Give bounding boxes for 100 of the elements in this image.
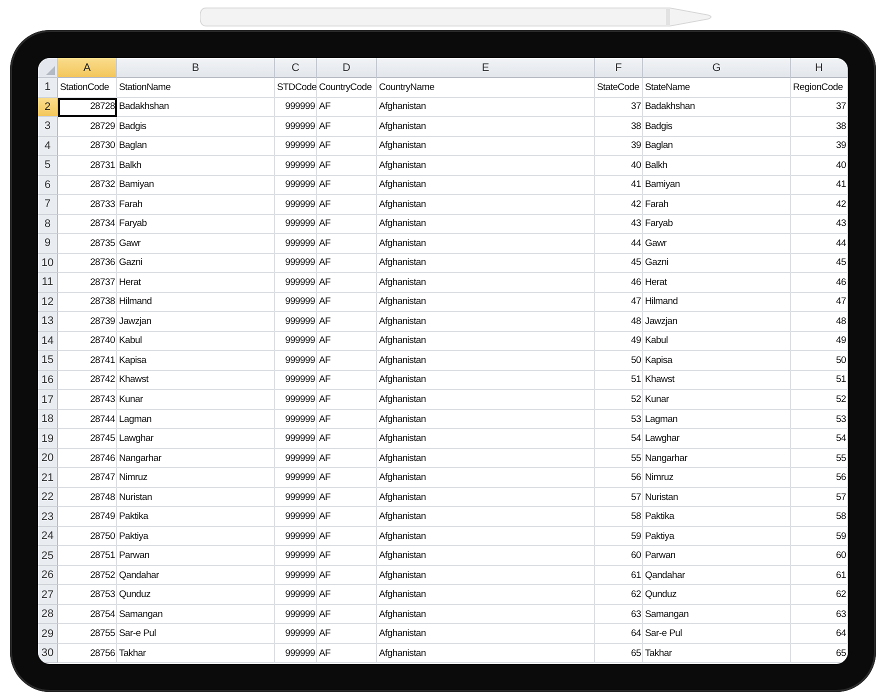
row-header[interactable]: 11 (38, 273, 58, 293)
table-cell[interactable]: 999999 (275, 332, 317, 352)
table-cell[interactable]: AF (317, 195, 377, 215)
table-cell[interactable]: Samangan (643, 604, 791, 624)
table-cell[interactable]: Afghanistan (377, 292, 595, 312)
table-cell[interactable]: 28729 (58, 117, 117, 137)
table-cell[interactable]: Hilmand (643, 292, 791, 312)
table-cell[interactable]: Paktiya (643, 526, 791, 546)
row-header[interactable]: 7 (38, 195, 58, 215)
table-cell[interactable]: Takhar (117, 644, 275, 664)
table-cell[interactable]: 62 (595, 585, 643, 605)
table-cell[interactable]: Gazni (643, 254, 791, 274)
table-cell[interactable]: Herat (117, 273, 275, 293)
row-header[interactable]: 21 (38, 468, 58, 488)
table-cell[interactable]: 37 (595, 98, 643, 118)
table-cell[interactable]: 28731 (58, 156, 117, 176)
table-cell[interactable]: 999999 (275, 546, 317, 566)
table-cell[interactable]: 56 (791, 468, 848, 488)
table-cell[interactable]: Bamiyan (643, 176, 791, 196)
table-cell[interactable]: 42 (791, 195, 848, 215)
column-header[interactable]: D (317, 58, 377, 78)
table-cell[interactable]: Nuristan (117, 488, 275, 508)
table-cell[interactable]: 63 (791, 604, 848, 624)
table-cell[interactable]: Afghanistan (377, 644, 595, 664)
table-cell[interactable]: Nimruz (643, 468, 791, 488)
table-cell[interactable]: AF (317, 644, 377, 664)
table-cell[interactable]: 65 (595, 644, 643, 664)
table-cell[interactable]: Badgis (643, 117, 791, 137)
table-cell[interactable]: Afghanistan (377, 624, 595, 644)
table-cell[interactable]: StateCode (595, 78, 643, 98)
row-header[interactable]: 5 (38, 156, 58, 176)
table-cell[interactable]: 999999 (275, 98, 317, 118)
table-cell[interactable]: StationName (117, 78, 275, 98)
table-cell[interactable]: AF (317, 214, 377, 234)
row-header[interactable]: 17 (38, 390, 58, 410)
table-cell[interactable]: Afghanistan (377, 156, 595, 176)
table-cell[interactable]: 64 (791, 624, 848, 644)
table-cell[interactable]: 60 (595, 546, 643, 566)
table-cell[interactable]: AF (317, 292, 377, 312)
table-cell[interactable]: Afghanistan (377, 254, 595, 274)
table-cell[interactable]: 50 (595, 351, 643, 371)
table-cell[interactable]: Nimruz (117, 468, 275, 488)
table-cell[interactable]: 38 (595, 117, 643, 137)
table-cell[interactable]: 999999 (275, 214, 317, 234)
table-cell[interactable]: 42 (595, 195, 643, 215)
table-cell[interactable]: StateName (643, 78, 791, 98)
table-cell[interactable]: Afghanistan (377, 234, 595, 254)
table-cell[interactable]: 53 (791, 410, 848, 430)
table-cell[interactable]: Afghanistan (377, 136, 595, 156)
table-cell[interactable]: Afghanistan (377, 429, 595, 449)
table-cell[interactable]: Nangarhar (117, 448, 275, 468)
table-cell[interactable]: Afghanistan (377, 117, 595, 137)
table-cell[interactable]: 43 (791, 214, 848, 234)
row-header[interactable]: 16 (38, 370, 58, 390)
table-cell[interactable]: 999999 (275, 312, 317, 332)
table-cell[interactable]: 50 (791, 351, 848, 371)
table-cell[interactable]: AF (317, 176, 377, 196)
table-cell[interactable]: 28738 (58, 292, 117, 312)
table-cell[interactable]: 28752 (58, 566, 117, 586)
table-cell[interactable]: Qunduz (643, 585, 791, 605)
table-cell[interactable]: 46 (791, 273, 848, 293)
table-cell[interactable]: Kunar (643, 390, 791, 410)
row-header[interactable]: 18 (38, 410, 58, 430)
table-cell[interactable]: 38 (791, 117, 848, 137)
row-header[interactable]: 15 (38, 351, 58, 371)
column-header[interactable]: B (117, 58, 275, 78)
table-cell[interactable]: AF (317, 468, 377, 488)
table-cell[interactable]: AF (317, 526, 377, 546)
table-cell[interactable]: AF (317, 624, 377, 644)
table-cell[interactable]: 51 (791, 370, 848, 390)
table-cell[interactable]: 53 (595, 410, 643, 430)
table-cell[interactable]: 45 (595, 254, 643, 274)
table-cell[interactable]: Afghanistan (377, 604, 595, 624)
table-cell[interactable]: AF (317, 254, 377, 274)
table-cell[interactable]: 28747 (58, 468, 117, 488)
table-cell[interactable]: AF (317, 117, 377, 137)
table-cell[interactable]: Lawghar (643, 429, 791, 449)
row-header[interactable]: 13 (38, 312, 58, 332)
table-cell[interactable]: Afghanistan (377, 468, 595, 488)
table-cell[interactable]: 999999 (275, 604, 317, 624)
table-cell[interactable]: 28743 (58, 390, 117, 410)
table-cell[interactable]: 39 (595, 136, 643, 156)
table-cell[interactable]: AF (317, 585, 377, 605)
table-cell[interactable]: AF (317, 604, 377, 624)
table-cell[interactable]: AF (317, 332, 377, 352)
table-cell[interactable]: 28732 (58, 176, 117, 196)
table-cell[interactable]: Badakhshan (643, 98, 791, 118)
table-cell[interactable]: Paktiya (117, 526, 275, 546)
table-cell[interactable]: 58 (791, 507, 848, 527)
table-cell[interactable]: 43 (595, 214, 643, 234)
table-cell[interactable]: 999999 (275, 292, 317, 312)
table-cell[interactable]: Paktika (643, 507, 791, 527)
table-cell[interactable]: 28742 (58, 370, 117, 390)
table-cell[interactable]: Kunar (117, 390, 275, 410)
table-cell[interactable]: AF (317, 390, 377, 410)
column-header[interactable]: E (377, 58, 595, 78)
table-cell[interactable]: 28737 (58, 273, 117, 293)
column-header[interactable]: H (791, 58, 848, 78)
table-cell[interactable]: 999999 (275, 351, 317, 371)
table-cell[interactable]: 61 (595, 566, 643, 586)
